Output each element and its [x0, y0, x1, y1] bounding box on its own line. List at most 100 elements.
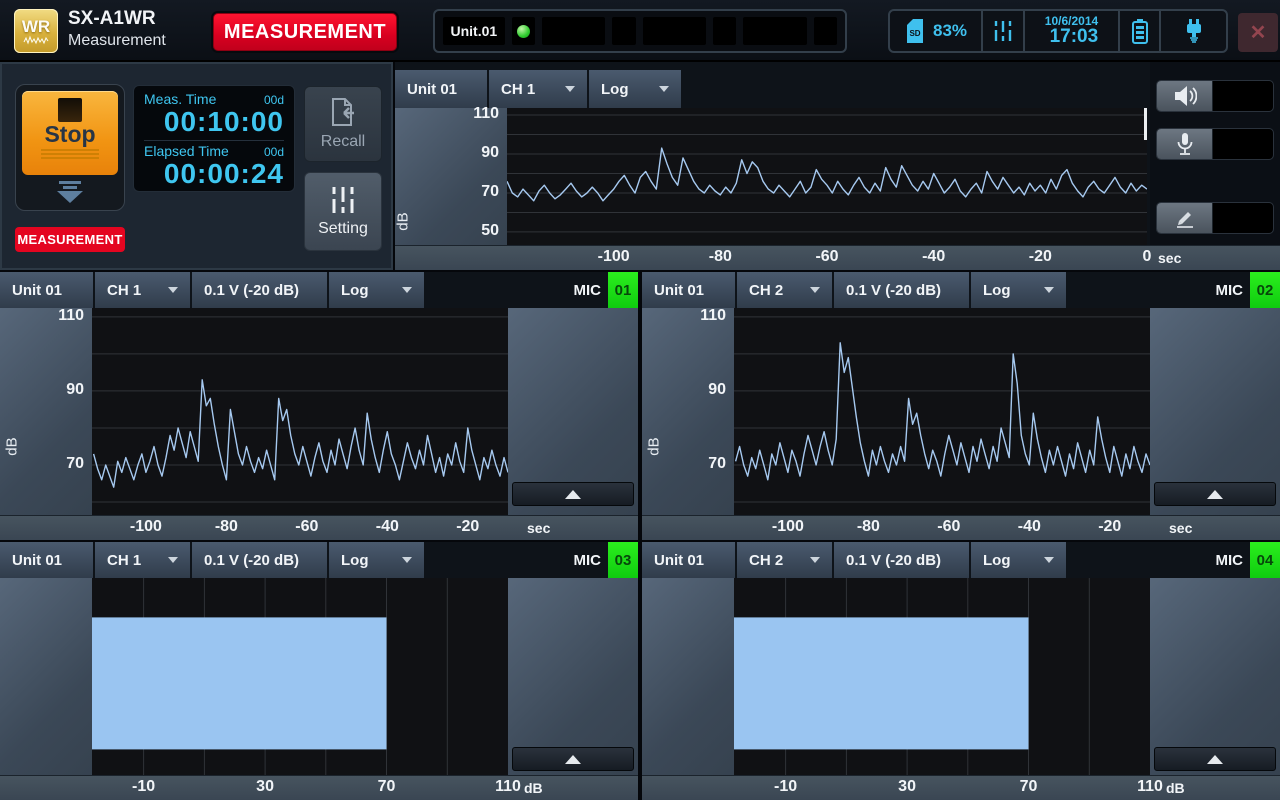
pull-down-arrow-icon	[16, 181, 124, 203]
x-tick-label: -40	[999, 518, 1059, 536]
status-indicator-box: SD 83% 10/6/2014 17:03	[888, 9, 1228, 53]
unit-selector: Unit 01	[0, 272, 93, 308]
scale-selector[interactable]: Log	[971, 272, 1066, 308]
mic-number-badge: 01	[608, 272, 638, 308]
x-tick-label: -20	[1080, 518, 1140, 536]
chart-body	[0, 578, 638, 775]
scale-selector[interactable]: Log	[589, 70, 681, 108]
x-axis: dB	[642, 775, 1280, 800]
scale-label: Log	[601, 81, 629, 98]
waveform-svg	[734, 308, 1150, 515]
unit-slot-empty	[743, 17, 807, 45]
scale-label: Log	[341, 552, 369, 569]
microphone-button[interactable]	[1156, 128, 1274, 160]
marker-pen-button[interactable]	[1156, 202, 1274, 234]
mic-label: MIC	[1216, 542, 1244, 578]
chart-panel-mic04: Unit 01 CH 2 0.1 V (-20 dB) Log MIC 04 d…	[642, 542, 1280, 800]
triangle-up-icon	[565, 755, 581, 764]
expand-button[interactable]	[1154, 747, 1276, 771]
range-label: 0.1 V (-20 dB)	[846, 282, 941, 299]
x-tick-label: -100	[584, 248, 644, 266]
stop-button-frame: Stop	[15, 84, 125, 211]
y-axis-panel	[642, 578, 734, 775]
range-svg	[734, 578, 1150, 775]
channel-selector[interactable]: CH 1	[95, 542, 190, 578]
y-tick-label: 70	[680, 455, 726, 473]
speaker-button[interactable]	[1156, 80, 1274, 112]
app-title-main: SX-A1WR	[68, 8, 166, 31]
range-label: 0.1 V (-20 dB)	[204, 552, 299, 569]
scale-selector[interactable]: Log	[329, 542, 424, 578]
chart-body: dB	[395, 108, 1280, 245]
side-panel	[1150, 578, 1280, 775]
x-tick-label: -100	[116, 518, 176, 536]
unit-slot-label[interactable]: Unit.01	[443, 17, 505, 45]
mic-label: MIC	[574, 542, 602, 578]
x-axis-unit: sec	[1169, 520, 1192, 536]
unit-selector: Unit 01	[395, 70, 487, 108]
x-tick-label: -40	[357, 518, 417, 536]
waveform-svg	[507, 108, 1147, 245]
x-tick-label: 110	[1120, 778, 1180, 796]
x-tick-label: -60	[919, 518, 979, 536]
scale-label: Log	[983, 552, 1011, 569]
scale-selector[interactable]: Log	[971, 542, 1066, 578]
unit-slot-empty-led	[713, 17, 736, 45]
measurement-mode-button[interactable]: MEASUREMENT	[213, 13, 397, 51]
channel-selector[interactable]: CH 1	[489, 70, 587, 108]
unit-selector: Unit 01	[642, 542, 735, 578]
expand-button[interactable]	[1154, 482, 1276, 506]
stop-button[interactable]: Stop	[22, 91, 118, 175]
mic-number-badge: 02	[1250, 272, 1280, 308]
chevron-down-icon	[565, 86, 575, 92]
waveform-plot	[734, 308, 1150, 515]
app-title-sub: Measurement	[68, 31, 166, 50]
elapsed-time-row: Elapsed Time 00d 00:00:24	[144, 143, 284, 188]
unit-status-strip: Unit.01	[433, 9, 847, 53]
green-led-icon	[517, 25, 530, 38]
y-axis-panel	[0, 578, 92, 775]
x-tick-label: -10	[114, 778, 174, 796]
x-tick-label: 70	[357, 778, 417, 796]
setting-button[interactable]: Setting	[304, 172, 382, 251]
chart-body: dB	[642, 308, 1280, 515]
y-axis-panel: dB	[642, 308, 734, 515]
unit-label: Unit 01	[407, 81, 457, 98]
channel-selector[interactable]: CH 2	[737, 542, 832, 578]
chevron-down-icon	[168, 287, 178, 293]
y-tick-label: 70	[453, 183, 499, 201]
measurement-status-badge: MEASUREMENT	[15, 227, 125, 252]
range-label: 0.1 V (-20 dB)	[204, 282, 299, 299]
chevron-down-icon	[659, 86, 669, 92]
elapsed-time-value: 00:00:24	[144, 159, 284, 188]
range-display: 0.1 V (-20 dB)	[192, 542, 327, 578]
chart-panel-overview: Unit 01 CH 1 Log dB sec	[395, 62, 1280, 270]
recall-button[interactable]: Recall	[304, 86, 382, 162]
y-tick-label: 90	[38, 381, 84, 399]
close-button[interactable]: ✕	[1238, 13, 1278, 52]
y-axis-panel: dB	[0, 308, 92, 515]
app-logo-text: WR	[22, 18, 50, 35]
chart-header: Unit 01 CH 1 Log	[395, 70, 1150, 108]
waveform-plot	[92, 308, 508, 515]
triangle-up-icon	[1207, 490, 1223, 499]
range-display: 0.1 V (-20 dB)	[192, 272, 327, 308]
control-panel: Stop MEASUREMENT Meas. Time 00d 00:10:00…	[0, 62, 393, 270]
channel-selector[interactable]: CH 2	[737, 272, 832, 308]
unit-label: Unit 01	[654, 282, 704, 299]
sliders-icon	[993, 20, 1013, 42]
channel-label: CH 1	[107, 552, 141, 569]
meas-time-value: 00:10:00	[144, 107, 284, 136]
chevron-down-icon	[402, 557, 412, 563]
scale-selector[interactable]: Log	[329, 272, 424, 308]
expand-button[interactable]	[512, 747, 634, 771]
triangle-up-icon	[565, 490, 581, 499]
x-tick-label: -10	[756, 778, 816, 796]
x-axis: dB	[0, 775, 638, 800]
mic-number-badge: 04	[1250, 542, 1280, 578]
channel-selector[interactable]: CH 1	[95, 272, 190, 308]
unit-slot-empty-led	[612, 17, 635, 45]
expand-button[interactable]	[512, 482, 634, 506]
meas-time-days: 00d	[264, 93, 284, 107]
chart-header: Unit 01 CH 2 0.1 V (-20 dB) Log MIC 04	[642, 542, 1280, 578]
